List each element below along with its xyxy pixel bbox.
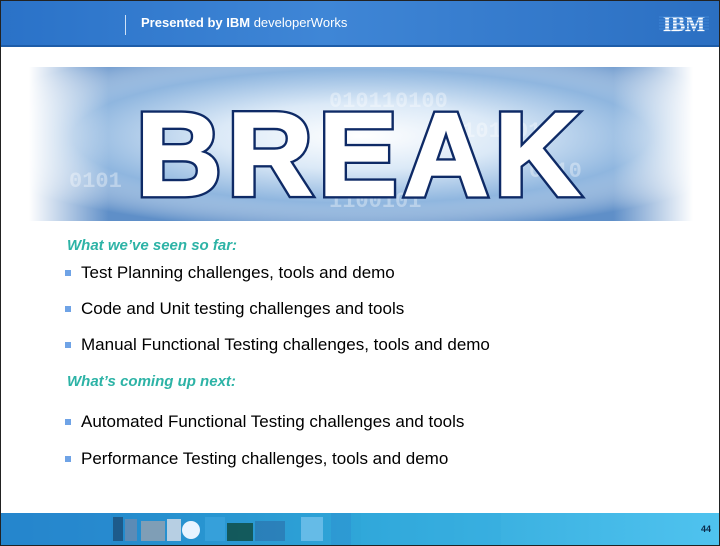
footer-bar: 44	[1, 513, 719, 545]
section-heading-seen: What we’ve seen so far:	[67, 237, 238, 254]
list-item-text: Manual Functional Testing challenges, to…	[81, 335, 490, 354]
bullet-square-icon	[65, 270, 71, 276]
footer-decoration	[1, 513, 501, 545]
list-item-text: Code and Unit testing challenges and too…	[81, 299, 405, 318]
slide: Presented by IBM developerWorks IBM	[0, 0, 720, 546]
page-number: 44	[700, 524, 711, 534]
header-divider	[1, 45, 719, 47]
bullet-square-icon	[65, 456, 71, 462]
header-separator	[125, 15, 126, 35]
section-heading-next: What’s coming up next:	[67, 373, 236, 390]
list-item-text: Automated Functional Testing challenges …	[81, 412, 465, 431]
presented-by-text: Presented by IBM developerWorks	[141, 15, 347, 30]
list-item-text: Performance Testing challenges, tools an…	[81, 449, 449, 468]
ibm-logo: IBM	[659, 12, 709, 35]
list-item: Test Planning challenges, tools and demo	[65, 263, 395, 283]
presented-by-rest: developerWorks	[250, 15, 348, 30]
list-item: Automated Functional Testing challenges …	[65, 412, 465, 432]
list-item: Manual Functional Testing challenges, to…	[65, 335, 490, 355]
svg-text:BREAK: BREAK	[136, 89, 586, 221]
list-item: Performance Testing challenges, tools an…	[65, 449, 449, 469]
list-item-text: Test Planning challenges, tools and demo	[81, 263, 395, 282]
presented-by-bold: Presented by IBM	[141, 15, 251, 30]
header-bar: Presented by IBM developerWorks IBM	[1, 1, 719, 45]
bullet-square-icon	[65, 306, 71, 312]
list-item: Code and Unit testing challenges and too…	[65, 299, 405, 319]
bullet-square-icon	[65, 342, 71, 348]
break-banner: 010110100 1101001 0110 1100101 0101 BREA…	[29, 67, 693, 221]
bullet-square-icon	[65, 419, 71, 425]
